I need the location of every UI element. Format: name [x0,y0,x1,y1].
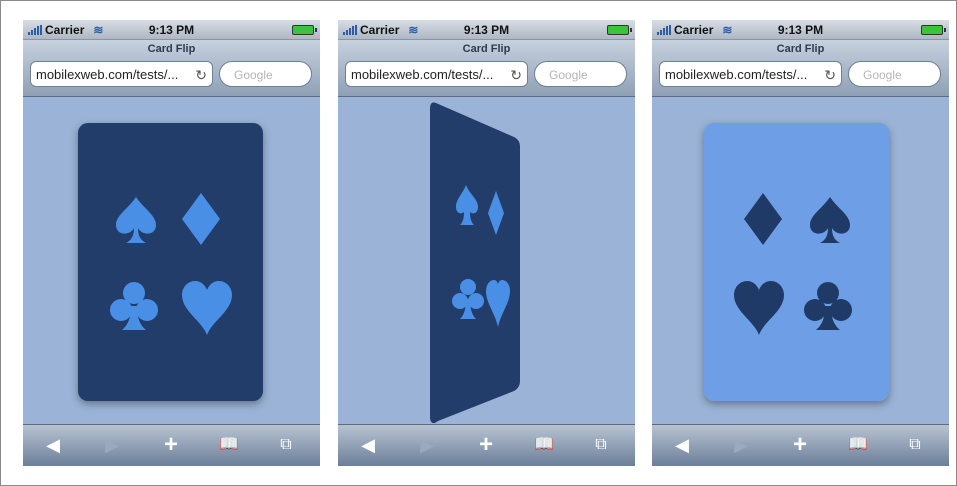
status-bar: Carrier ≋ 9:13 PM [23,20,320,40]
club-icon [110,282,158,330]
phone-screen-3: Carrier ≋ 9:13 PM Card Flip mobilexweb.c… [652,20,949,466]
reload-icon[interactable]: ↻ [510,62,522,86]
card-flipping[interactable] [426,99,526,429]
address-bar: Card Flip mobilexweb.com/tests/... ↻ Goo… [23,40,320,97]
add-icon[interactable]: + [788,433,812,457]
phone-screen-2: Carrier ≋ 9:13 PM Card Flip mobilexweb.c… [338,20,635,466]
forward-arrow-icon[interactable]: ▶ [729,434,753,456]
page-content [652,97,949,425]
forward-arrow-icon[interactable]: ▶ [415,434,439,456]
heart-icon [182,281,232,335]
status-time: 9:13 PM [777,23,824,37]
battery-icon [607,25,632,35]
club-icon [804,282,852,330]
status-time: 9:13 PM [148,23,195,37]
url-field[interactable]: mobilexweb.com/tests/... ↻ [659,61,842,87]
battery-icon [921,25,946,35]
back-arrow-icon[interactable]: ◀ [356,434,380,456]
bookmarks-icon[interactable]: 📖 [217,434,241,456]
back-arrow-icon[interactable]: ◀ [670,434,694,456]
pages-icon[interactable]: ⧉ [274,434,298,456]
status-bar: Carrier ≋ 9:13 PM [338,20,635,40]
browser-toolbar: ◀ ▶ + 📖 ⧉ [23,424,320,466]
reload-icon[interactable]: ↻ [195,62,207,86]
page-content [338,97,635,425]
pages-icon[interactable]: ⧉ [903,434,927,456]
card-front[interactable] [704,123,889,401]
address-bar: Card Flip mobilexweb.com/tests/... ↻ Goo… [652,40,949,97]
bookmarks-icon[interactable]: 📖 [846,434,870,456]
add-icon[interactable]: + [474,433,498,457]
url-field[interactable]: mobilexweb.com/tests/... ↻ [30,61,213,87]
address-bar: Card Flip mobilexweb.com/tests/... ↻ Goo… [338,40,635,97]
search-field[interactable]: Google [848,61,941,87]
status-bar: Carrier ≋ 9:13 PM [652,20,949,40]
search-field[interactable]: Google [219,61,312,87]
url-text: mobilexweb.com/tests/... [665,67,808,82]
forward-arrow-icon[interactable]: ▶ [100,434,124,456]
url-text: mobilexweb.com/tests/... [351,67,494,82]
phone-screen-1: Carrier ≋ 9:13 PM Card Flip mobilexweb.c… [23,20,320,466]
page-title: Card Flip [776,43,825,55]
spade-icon [116,197,156,243]
page-content [23,97,320,425]
diamond-icon [182,193,220,245]
card-back[interactable] [78,123,263,401]
page-title: Card Flip [462,43,511,55]
page-title: Card Flip [147,43,196,55]
search-field[interactable]: Google [534,61,627,87]
reload-icon[interactable]: ↻ [824,62,836,86]
pages-icon[interactable]: ⧉ [589,434,613,456]
status-time: 9:13 PM [463,23,510,37]
url-text: mobilexweb.com/tests/... [36,67,179,82]
add-icon[interactable]: + [159,433,183,457]
url-field[interactable]: mobilexweb.com/tests/... ↻ [345,61,528,87]
spade-icon [810,197,850,243]
heart-icon [734,281,784,335]
browser-toolbar: ◀ ▶ + 📖 ⧉ [338,424,635,466]
battery-icon [292,25,317,35]
back-arrow-icon[interactable]: ◀ [41,434,65,456]
browser-toolbar: ◀ ▶ + 📖 ⧉ [652,424,949,466]
bookmarks-icon[interactable]: 📖 [532,434,556,456]
diamond-icon [744,193,782,245]
